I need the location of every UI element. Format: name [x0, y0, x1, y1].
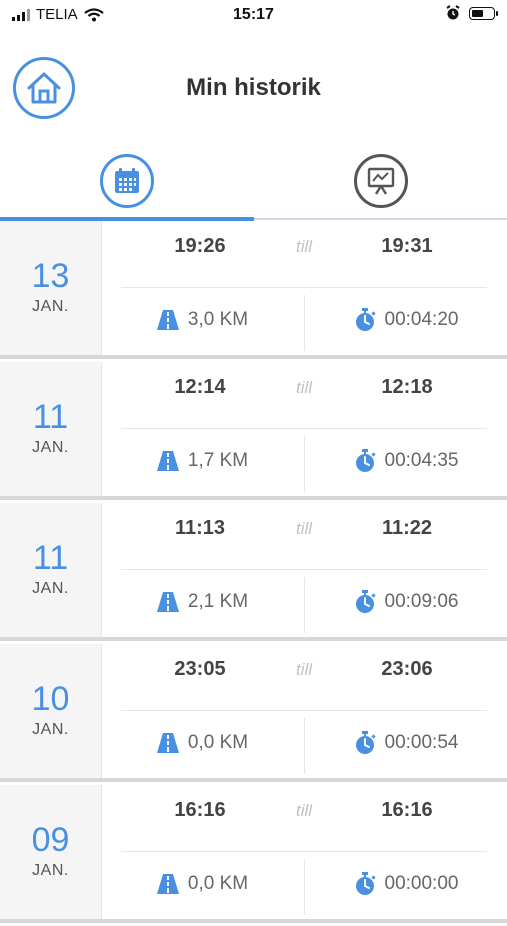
- stopwatch-icon: [355, 872, 376, 895]
- distance-value: 0,0 KM: [187, 873, 249, 894]
- road-icon: [156, 310, 179, 330]
- trip-day: 10: [31, 680, 70, 718]
- trip-date: 11 JAN.: [0, 362, 102, 496]
- trip-date: 13 JAN.: [0, 221, 102, 355]
- trip-row[interactable]: 09 JAN. 16:16 till 16:16 0,0 KM 00:00:00: [0, 785, 507, 923]
- tab-statistics[interactable]: [254, 145, 507, 217]
- trip-row[interactable]: 11 JAN. 12:14 till 12:18 1,7 KM 00:04:35: [0, 362, 507, 500]
- trip-duration: 00:04:20: [305, 305, 507, 335]
- status-bar: TELIA 15:17: [0, 0, 507, 32]
- presentation-chart-icon: [367, 167, 394, 195]
- row-divider: [121, 569, 487, 570]
- trip-day: 09: [31, 821, 70, 859]
- trip-month: JAN.: [32, 439, 69, 456]
- road-icon: [156, 451, 179, 471]
- calendar-icon: [114, 168, 139, 193]
- trip-distance: 0,0 KM: [101, 728, 304, 758]
- trip-times: 23:05 till 23:06: [101, 644, 507, 710]
- distance-value: 3,0 KM: [187, 309, 249, 330]
- trip-duration: 00:09:06: [305, 587, 507, 617]
- end-time: 12:18: [381, 376, 433, 398]
- trip-date: 09 JAN.: [0, 785, 102, 919]
- stopwatch-icon: [355, 731, 376, 754]
- header: Min historik: [0, 50, 507, 130]
- page-title: Min historik: [186, 74, 321, 101]
- trip-day: 11: [32, 539, 69, 577]
- trip-month: JAN.: [32, 580, 69, 597]
- distance-value: 2,1 KM: [187, 591, 249, 612]
- trip-day: 13: [31, 257, 70, 295]
- road-icon: [156, 874, 179, 894]
- trip-times: 19:26 till 19:31: [101, 221, 507, 287]
- trip-duration: 00:00:54: [305, 728, 507, 758]
- distance-value: 1,7 KM: [187, 450, 249, 471]
- road-icon: [156, 733, 179, 753]
- end-time: 23:06: [381, 658, 433, 680]
- stopwatch-icon: [355, 590, 376, 613]
- battery-icon: [469, 6, 498, 20]
- trip-date: 10 JAN.: [0, 644, 102, 778]
- row-divider: [121, 428, 487, 429]
- trip-distance: 2,1 KM: [101, 587, 304, 617]
- trip-month: JAN.: [32, 298, 69, 315]
- trip-row[interactable]: 10 JAN. 23:05 till 23:06 0,0 KM 00:00:54: [0, 644, 507, 782]
- trip-duration: 00:04:35: [305, 446, 507, 476]
- stopwatch-icon: [355, 449, 376, 472]
- trip-times: 16:16 till 16:16: [101, 785, 507, 851]
- trip-times: 11:13 till 11:22: [101, 503, 507, 569]
- trip-date: 11 JAN.: [0, 503, 102, 637]
- status-time: 15:17: [233, 6, 274, 23]
- tab-bar: [0, 145, 507, 221]
- stopwatch-icon: [355, 308, 376, 331]
- row-divider: [121, 851, 487, 852]
- trip-distance: 1,7 KM: [101, 446, 304, 476]
- duration-value: 00:09:06: [384, 591, 459, 612]
- duration-value: 00:04:20: [384, 309, 459, 330]
- alarm-icon: [446, 5, 460, 20]
- trip-distance: 0,0 KM: [101, 869, 304, 899]
- trip-times: 12:14 till 12:18: [101, 362, 507, 428]
- duration-value: 00:00:00: [384, 873, 459, 894]
- tab-calendar[interactable]: [0, 145, 253, 217]
- road-icon: [156, 592, 179, 612]
- trip-duration: 00:00:00: [305, 869, 507, 899]
- trip-list: 13 JAN. 19:26 till 19:31 3,0 KM 00:04:20…: [0, 221, 507, 926]
- trip-month: JAN.: [32, 721, 69, 738]
- trip-row[interactable]: 13 JAN. 19:26 till 19:31 3,0 KM 00:04:20: [0, 221, 507, 359]
- row-divider: [121, 710, 487, 711]
- row-divider: [121, 287, 487, 288]
- trip-month: JAN.: [32, 862, 69, 879]
- distance-value: 0,0 KM: [187, 732, 249, 753]
- trip-distance: 3,0 KM: [101, 305, 304, 335]
- end-time: 16:16: [381, 799, 433, 821]
- duration-value: 00:04:35: [384, 450, 459, 471]
- end-time: 19:31: [381, 235, 433, 257]
- tab-divider: [254, 218, 507, 220]
- trip-row[interactable]: 11 JAN. 11:13 till 11:22 2,1 KM 00:09:06: [0, 503, 507, 641]
- end-time: 11:22: [381, 517, 433, 539]
- duration-value: 00:00:54: [384, 732, 459, 753]
- trip-day: 11: [32, 398, 69, 436]
